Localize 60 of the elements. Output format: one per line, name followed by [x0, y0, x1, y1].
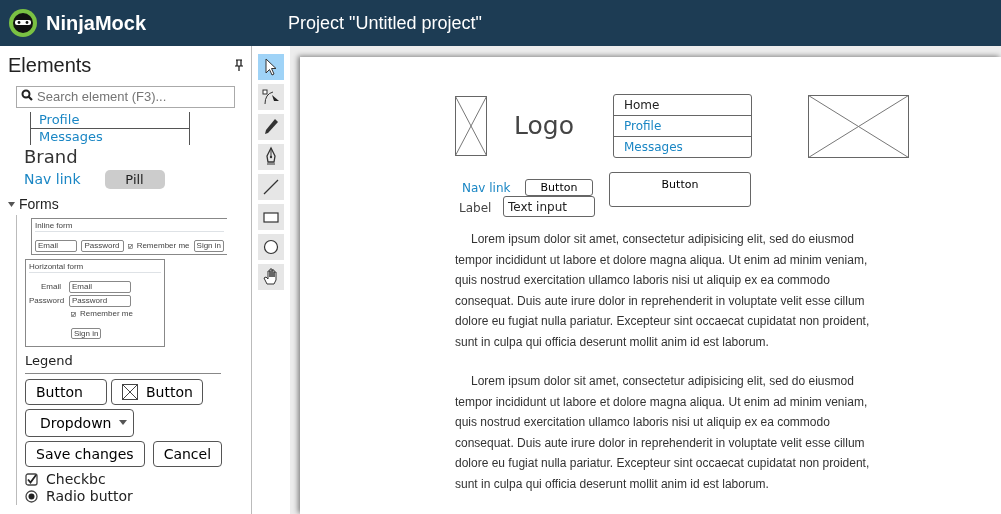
group-header[interactable]: Forms [19, 194, 59, 215]
form-field: Password [81, 240, 124, 252]
search-icon [21, 89, 33, 101]
caret-icon [119, 420, 128, 425]
checkbox-icon [71, 311, 76, 317]
checkbox-icon [127, 243, 133, 249]
radio-label: Radio buttor [46, 487, 133, 505]
nav-stack-item[interactable]: Profile [31, 112, 189, 129]
app-name: NinjaMock [46, 11, 148, 36]
inline-form-thumbnail[interactable]: Inline form Email Password Remember me Sign in [31, 218, 227, 255]
nav-link[interactable]: Nav link [462, 179, 511, 197]
sketch-button[interactable]: Button [25, 378, 107, 405]
tool-button[interactable] [258, 84, 284, 110]
nav-list-item[interactable]: Messages [614, 137, 751, 157]
image-placeholder-icon [122, 383, 138, 400]
search-field[interactable]: Search element (F3)... [16, 85, 235, 108]
sketch-button[interactable]: Button [525, 179, 593, 196]
checkbox-label: Checkbc [46, 470, 106, 488]
sketch-button[interactable]: Button [111, 378, 203, 405]
tool-button[interactable] [258, 144, 284, 170]
nav-list-item[interactable]: Profile [614, 116, 751, 137]
selected-radio-icon[interactable] [25, 489, 38, 503]
ninja-logo-icon [8, 8, 38, 38]
nav-stack-item[interactable]: Messages [31, 129, 189, 145]
field-label: Email [40, 282, 61, 292]
pill[interactable]: Pill [104, 169, 165, 190]
pin-icon [235, 59, 243, 71]
expanded-caret-icon[interactable] [8, 202, 15, 207]
dropdown-button[interactable]: Dropdown [25, 408, 135, 437]
tool-button[interactable] [258, 234, 284, 260]
horizontal-form-thumbnail[interactable]: Horizontal form Email Email Password Password Remember me Sign in [25, 259, 165, 347]
form-button: Sign in [71, 328, 102, 339]
nav-list-item[interactable]: Home [614, 95, 751, 116]
project-title: Project "Untitled project" [288, 11, 482, 35]
tool-button[interactable] [258, 54, 284, 80]
sketch-button[interactable]: Cancel [152, 440, 223, 467]
form-button: Sign in [193, 240, 224, 252]
form-title: Horizontal form [29, 262, 161, 273]
brand-text: Brand [24, 145, 79, 169]
tool-button[interactable] [258, 204, 284, 230]
text-input[interactable]: Text input [503, 196, 595, 217]
tool-button[interactable] [258, 114, 284, 140]
paragraph: Lorem ipsum dolor sit amet, consectetur adipisicing elit, sed do eiusmod tempor incididunt ut labore et dolore magna aliqua. Ut enim ad minim veniam, quis nostrud exercitation ullamco laboris nisi ut aliquip ex ea commodo consequat. Duis aute irure dolor in reprehenderit in voluptate velit esse cillum dolore eu fugiat nulla pariatur. Excepteur sint occaecat cupidatat non proident, sunt in culpa qui officia deserunt mollit anim id est laborum. [455, 231, 871, 351]
checkbox-label: Remember me [136, 241, 190, 251]
tool-button[interactable] [258, 264, 284, 290]
field-label: Label [459, 200, 492, 217]
paragraph: Lorem ipsum dolor sit amet, consectetur adipisicing elit, sed do eiusmod tempor incididunt ut labore et dolore magna aliqua. Ut enim ad minim veniam, quis nostrud exercitation ullamco laboris nisi ut aliquip ex ea commodo consequat. Duis aute irure dolor in reprehenderit in voluptate velit esse cillum dolore eu fugiat nulla pariatur. Excepteur sint occaecat cupidatat non proident, sunt in culpa qui officia deserunt mollit anim id est laborum. [455, 373, 871, 493]
logo-text: Logo [514, 110, 574, 142]
checkbox-label: Remember me [80, 309, 133, 319]
form-field: Email [35, 240, 78, 252]
checked-checkbox-icon[interactable] [25, 472, 38, 486]
image-placeholder [455, 96, 487, 156]
sketch-button[interactable]: Button [609, 172, 751, 207]
form-field: Email [69, 281, 131, 293]
form-title: Inline form [35, 221, 224, 232]
legend-text: Legend [25, 351, 221, 374]
nav-link[interactable]: Nav link [24, 169, 81, 190]
panel-title: Elements [8, 53, 92, 78]
sketch-button[interactable]: Save changes [25, 440, 145, 467]
form-field: Password [69, 295, 131, 307]
